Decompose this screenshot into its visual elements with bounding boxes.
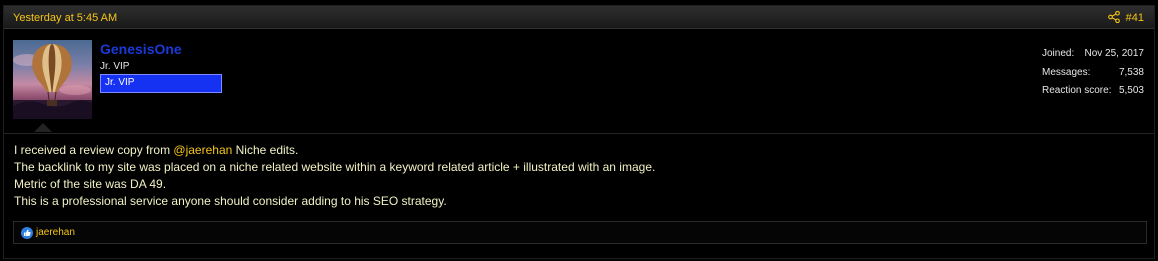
message-text: I received a review copy from [14, 143, 174, 157]
thumbs-up-icon [21, 227, 33, 239]
hot-air-balloon-icon [13, 44, 92, 119]
stat-label: Joined: [1042, 48, 1075, 59]
reactions-bar: jaerehan [13, 221, 1147, 244]
stat-reaction-score: Reaction score: 5,503 [1042, 85, 1144, 97]
reaction-user-link[interactable]: jaerehan [36, 227, 75, 238]
user-banner: Jr. VIP [100, 74, 222, 93]
stat-value: 5,503 [1118, 85, 1144, 96]
message-line-4: This is a professional service anyone sh… [14, 194, 447, 208]
user-mention-link[interactable]: @jaerehan [173, 143, 232, 157]
user-avatar[interactable] [13, 40, 92, 119]
stat-joined: Joined: Nov 25, 2017 [1042, 48, 1144, 60]
stat-value: Nov 25, 2017 [1084, 48, 1145, 59]
message-line-1: I received a review copy from @jaerehan … [14, 142, 655, 159]
post-date[interactable]: Yesterday at 5:45 AM [13, 12, 117, 24]
post-number-link[interactable]: #41 [1126, 12, 1144, 24]
message-text: Niche edits. [232, 143, 299, 157]
avatar-pointer [34, 123, 52, 132]
user-title: Jr. VIP [100, 61, 130, 72]
username-link[interactable]: GenesisOne [100, 41, 182, 57]
post-message: I received a review copy from @jaerehan … [14, 142, 655, 210]
post-header: Yesterday at 5:45 AM #41 [4, 6, 1154, 29]
stat-label: Messages: [1042, 67, 1091, 78]
message-line-2: The backlink to my site was placed on a … [14, 160, 656, 174]
share-icon[interactable] [1108, 11, 1120, 23]
user-info: GenesisOne Jr. VIP Jr. VIP Joined: Nov 2… [4, 30, 1154, 134]
stat-label: Reaction score: [1042, 85, 1112, 96]
message-line-3: Metric of the site was DA 49. [14, 177, 167, 191]
forum-post: Yesterday at 5:45 AM #41 GenesisOne Jr. … [3, 5, 1155, 259]
stat-messages: Messages: 7,538 [1042, 67, 1144, 79]
stat-value[interactable]: 7,538 [1119, 67, 1144, 78]
